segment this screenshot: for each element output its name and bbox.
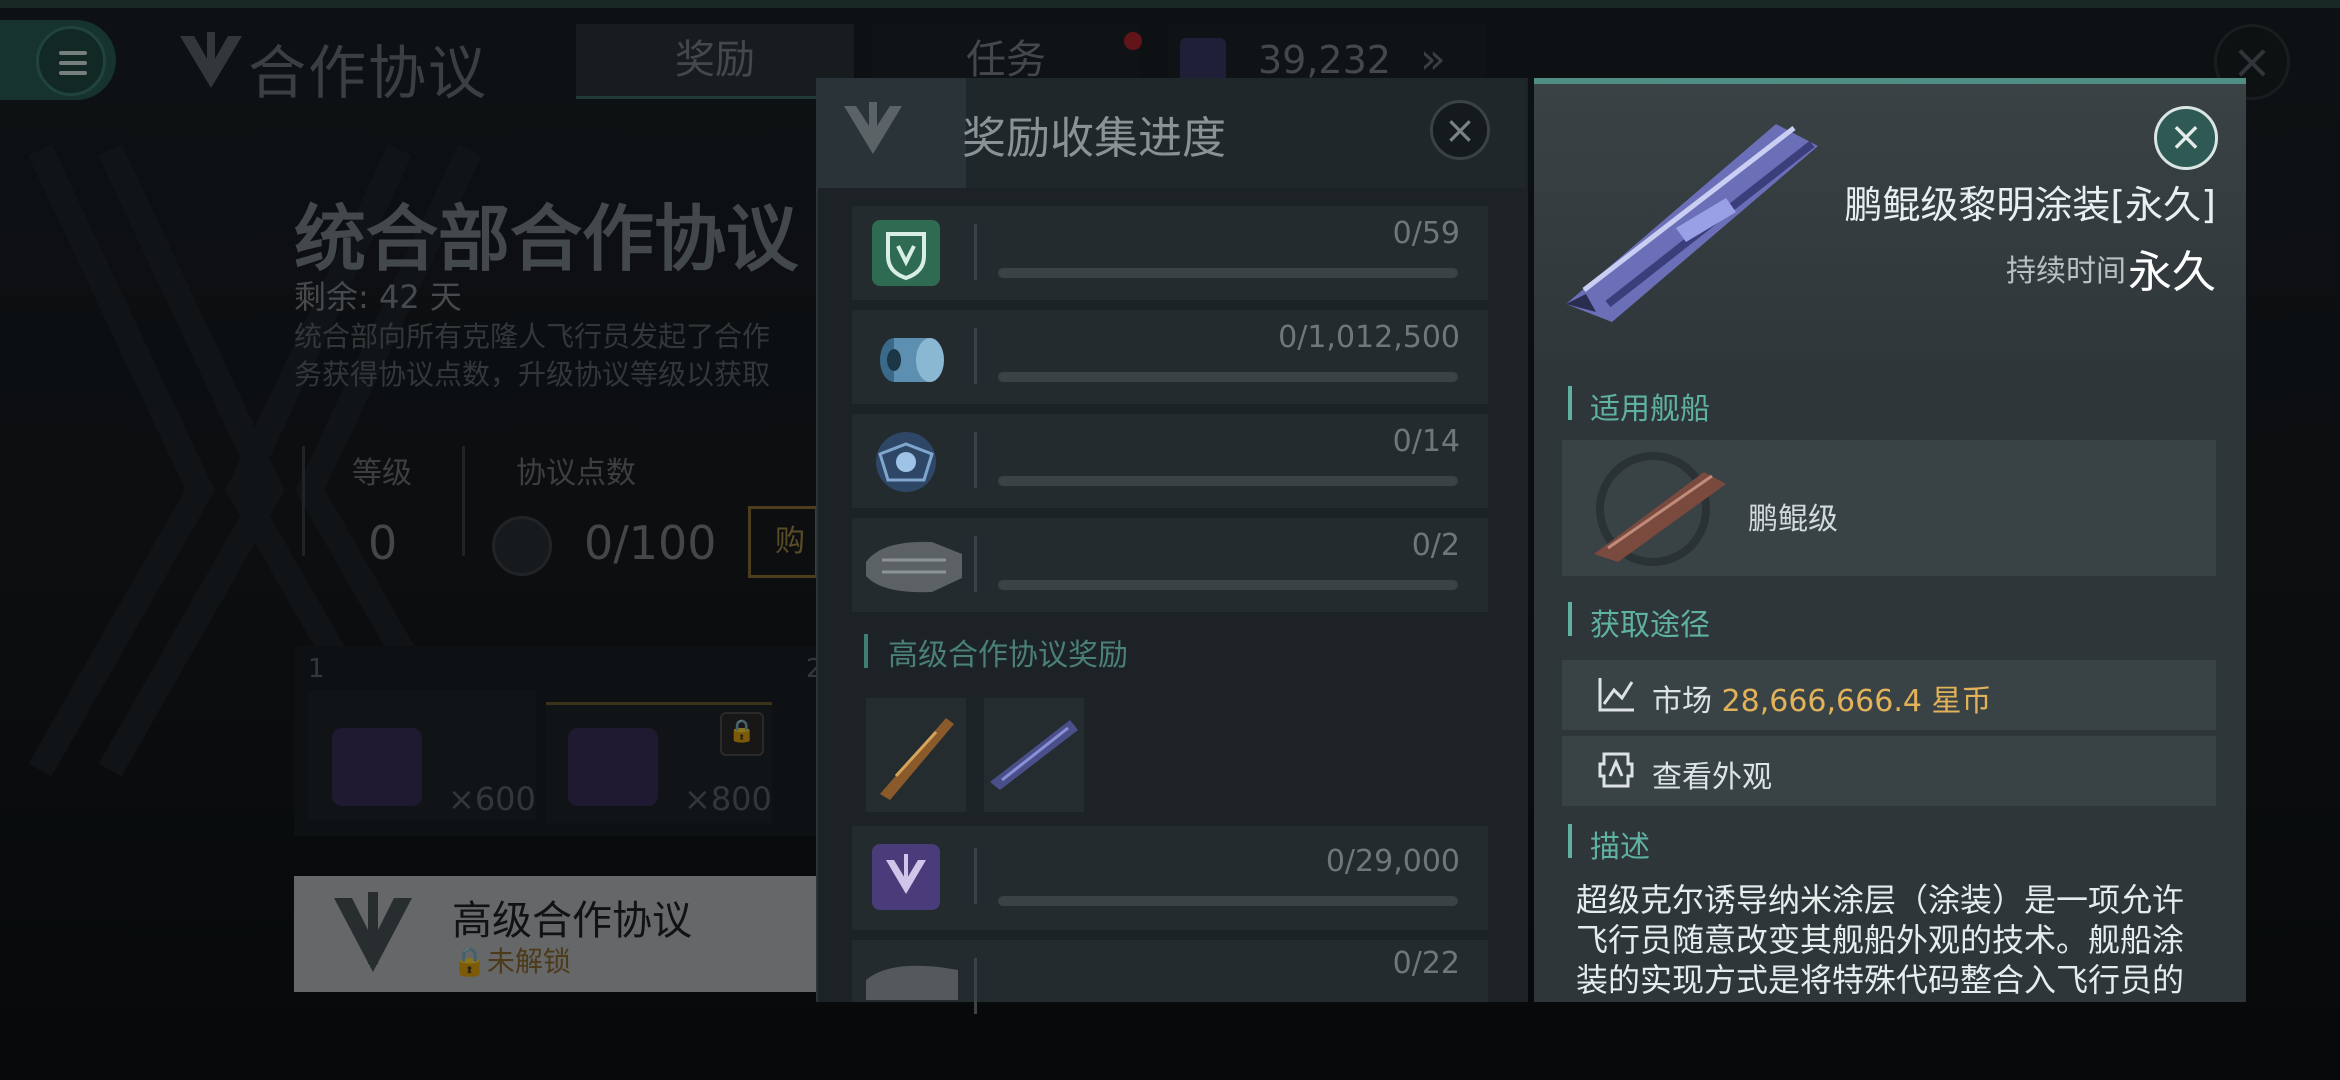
- ship-hull-icon: [866, 965, 958, 1000]
- ship-portrait-icon: [1594, 472, 1726, 562]
- advanced-rewards-section-title: 高级合作协议奖励: [888, 638, 1128, 673]
- ship-name: 鹏鲲级: [1748, 502, 1838, 537]
- reward-item-ship-skin[interactable]: [984, 698, 1084, 812]
- shield-badge-icon: [872, 220, 940, 286]
- progress-value: 0/2: [1411, 528, 1460, 563]
- close-progress-button[interactable]: ×: [1430, 100, 1490, 160]
- progress-bar: [998, 268, 1458, 278]
- progress-bar: [998, 896, 1458, 906]
- description-viewport[interactable]: 超级克尔诱导纳米涂层（涂装）是一项允许飞行员随意改变其舰船外观的技术。舰船涂装的…: [1534, 866, 2246, 1002]
- item-detail-accent: [1534, 78, 2246, 84]
- item-description: 超级克尔诱导纳米涂层（涂装）是一项允许飞行员随意改变其舰船外观的技术。舰船涂装的…: [1576, 881, 2185, 1002]
- progress-bar: [998, 476, 1458, 486]
- item-name: 鹏鲲级黎明涂装[永久]: [1844, 183, 2216, 227]
- market-price: 28,666,666.4 星币: [1721, 684, 1992, 719]
- progress-value: 0/29,000: [1325, 844, 1460, 879]
- view-appearance-icon: [1598, 752, 1634, 788]
- sphere-module-icon: [876, 432, 936, 492]
- duration-label: 持续时间: [2006, 254, 2126, 289]
- progress-value: 0/59: [1392, 216, 1460, 251]
- progress-row[interactable]: 0/29,000: [852, 826, 1488, 930]
- weapon-icon: [880, 718, 954, 800]
- progress-value: 0/14: [1392, 424, 1460, 459]
- protocol-emblem-icon: [844, 102, 902, 154]
- reward-item-weapon[interactable]: [866, 698, 966, 812]
- progress-row[interactable]: 0/14: [852, 414, 1488, 508]
- progress-row[interactable]: 0/59: [852, 206, 1488, 300]
- progress-row[interactable]: 0/2: [852, 518, 1488, 612]
- market-source-text: 市场 28,666,666.4 星币: [1652, 684, 1992, 719]
- ship-skin-icon: [990, 720, 1078, 790]
- progress-row[interactable]: 0/1,012,500: [852, 310, 1488, 404]
- description-label: 描述: [1590, 830, 1650, 865]
- ship-skin-preview-icon: [1566, 124, 1818, 322]
- progress-bar: [998, 372, 1458, 382]
- close-detail-button[interactable]: ×: [2154, 106, 2218, 170]
- acquisition-label: 获取途径: [1590, 608, 1710, 643]
- reward-progress-title: 奖励收集进度: [962, 113, 1226, 164]
- progress-bar: [998, 580, 1458, 590]
- protocol-card-icon: [872, 844, 940, 910]
- ship-chip-icon: [866, 541, 962, 593]
- progress-row[interactable]: 0/22: [852, 940, 1488, 1014]
- duration-value: 永久: [2128, 247, 2216, 298]
- progress-value: 0/1,012,500: [1278, 320, 1460, 355]
- view-appearance-label: 查看外观: [1652, 760, 1772, 795]
- market-chart-icon: [1598, 678, 1634, 712]
- applicable-ships-label: 适用舰船: [1590, 392, 1710, 427]
- canister-icon: [880, 338, 944, 382]
- progress-value: 0/22: [1392, 946, 1460, 981]
